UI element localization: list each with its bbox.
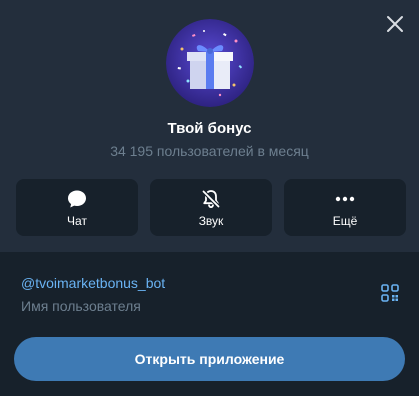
sound-button[interactable]: Звук — [150, 179, 272, 236]
bell-muted-icon — [201, 189, 221, 209]
sound-button-label: Звук — [198, 214, 224, 228]
open-app-button-label: Открыть приложение — [134, 351, 285, 367]
bot-name: Твой бонус — [167, 120, 252, 137]
bot-username-link[interactable]: @tvoimarketbonus_bot — [21, 275, 165, 291]
monthly-users-count: 34 195 пользователей в месяц — [110, 143, 309, 159]
chat-bubble-icon — [68, 190, 86, 208]
username-caption: Имя пользователя — [21, 298, 141, 314]
open-app-button[interactable]: Открыть приложение — [14, 337, 405, 381]
more-dots-icon — [335, 196, 355, 202]
chat-button-label: Чат — [67, 214, 87, 228]
close-icon[interactable] — [383, 12, 407, 36]
chat-button[interactable]: Чат — [16, 179, 138, 236]
qr-code-icon[interactable] — [381, 284, 399, 302]
bot-avatar — [166, 19, 254, 107]
gift-box-icon — [166, 19, 254, 107]
more-button-label: Ещё — [332, 214, 358, 228]
profile-header: Твой бонус 34 195 пользователей в месяц … — [0, 0, 419, 252]
more-button[interactable]: Ещё — [284, 179, 406, 236]
